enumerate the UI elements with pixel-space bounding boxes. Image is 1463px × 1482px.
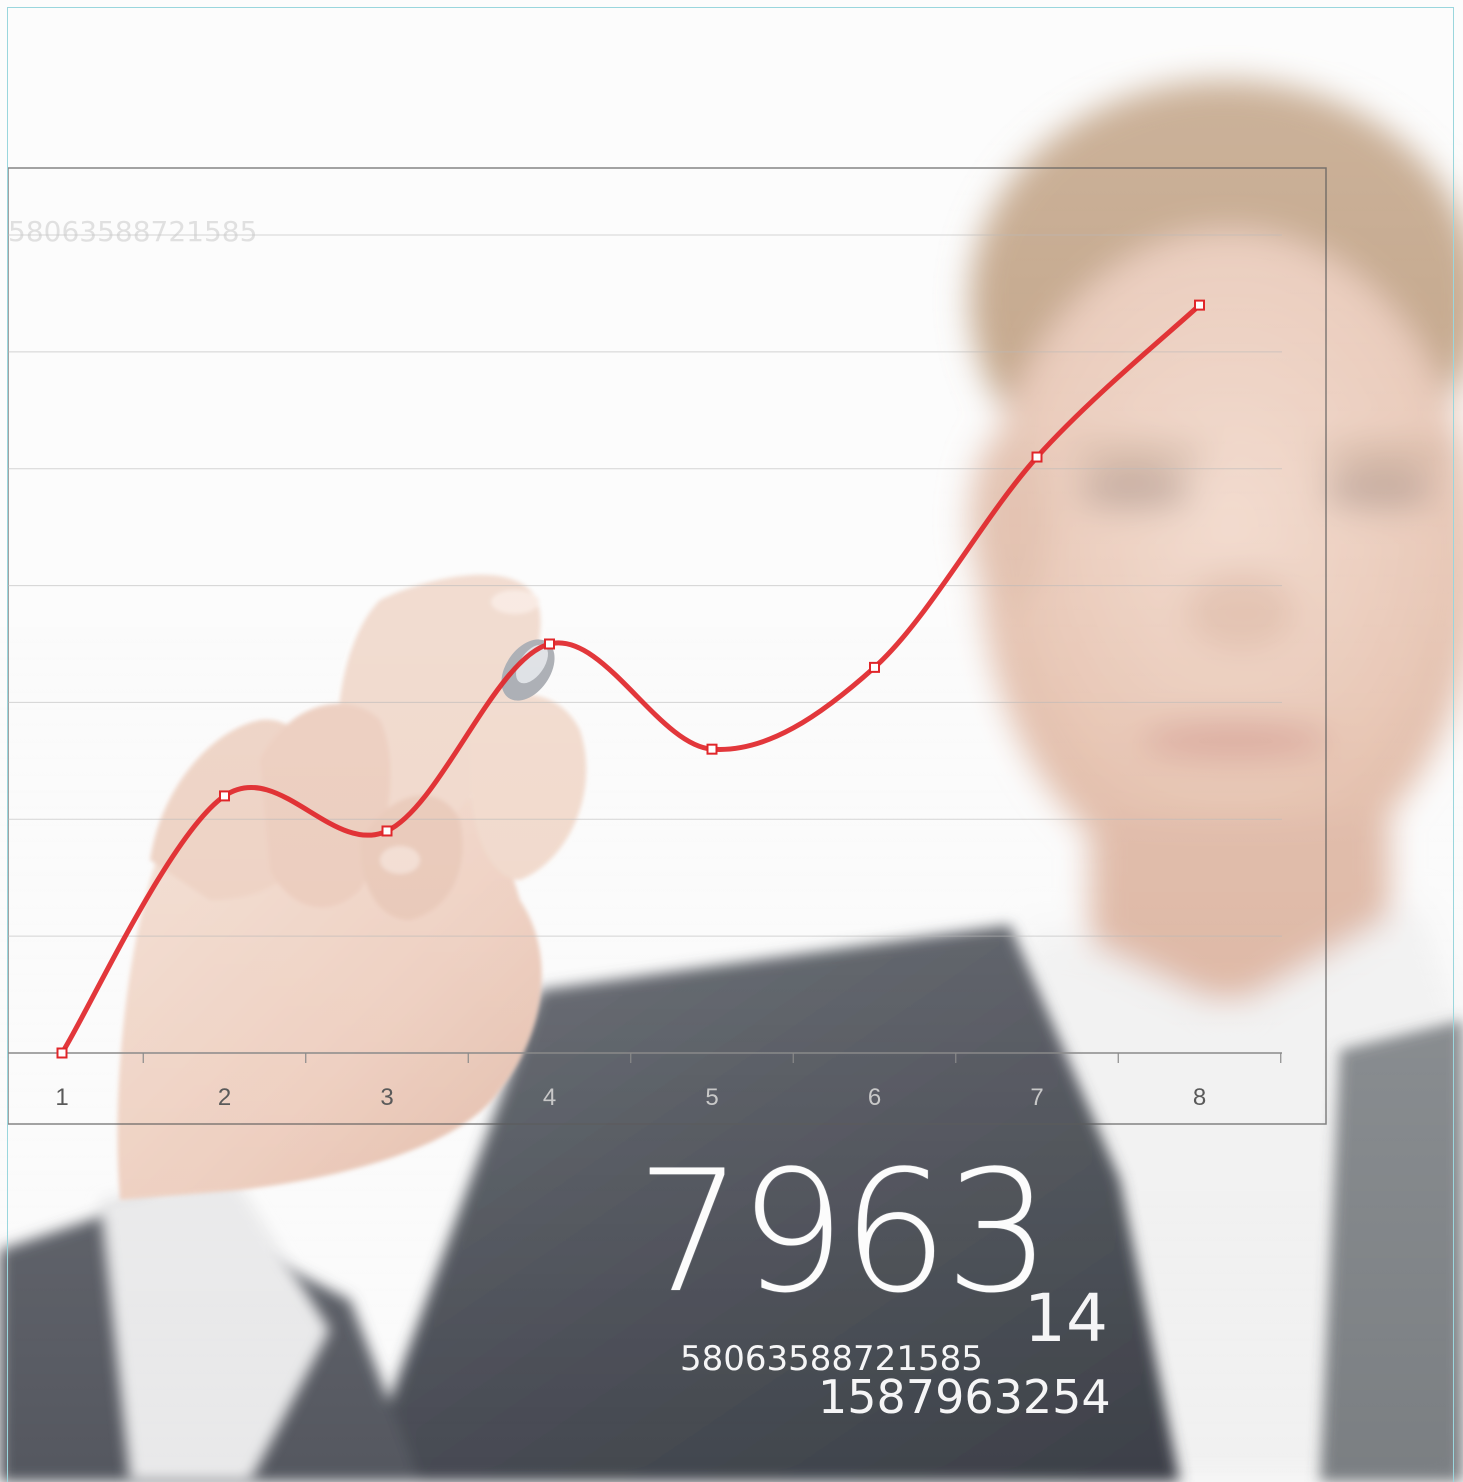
faded-number-top: 58063588721585 bbox=[8, 215, 258, 248]
data-point-marker bbox=[381, 825, 393, 837]
chart-frame bbox=[7, 167, 1327, 1125]
chart-x-axis bbox=[8, 1052, 1282, 1063]
photo-scene: 12345678 58063588721585 7963 14 58063588… bbox=[0, 0, 1463, 1482]
data-point-marker bbox=[1194, 299, 1205, 311]
x-tick-label: 1 bbox=[55, 1084, 68, 1111]
x-tick-label: 3 bbox=[380, 1084, 393, 1111]
data-point-marker bbox=[706, 743, 718, 755]
data-point-marker bbox=[56, 1047, 68, 1059]
data-point-marker bbox=[869, 661, 880, 673]
data-point-marker bbox=[219, 790, 230, 802]
big-number: 7963 bbox=[636, 1134, 1052, 1330]
x-tick-label: 2 bbox=[218, 1084, 231, 1111]
chart-tick-labels: 1 2 3 4 5 6 7 8 bbox=[55, 1084, 1206, 1111]
series-line bbox=[59, 302, 1202, 1056]
data-point-marker bbox=[544, 638, 555, 650]
x-tick-label: 5 bbox=[705, 1084, 718, 1111]
x-tick-label: 4 bbox=[543, 1084, 556, 1111]
number-line-2: 1587963254 bbox=[818, 1370, 1111, 1424]
x-tick-label: 6 bbox=[868, 1084, 881, 1111]
chart-gridlines bbox=[8, 234, 1282, 937]
series-markers bbox=[56, 299, 1205, 1059]
small-number-14: 14 bbox=[1024, 1280, 1108, 1357]
x-tick-label: 7 bbox=[1030, 1084, 1043, 1111]
data-point-marker bbox=[1031, 451, 1043, 463]
x-tick-label: 8 bbox=[1193, 1084, 1206, 1111]
